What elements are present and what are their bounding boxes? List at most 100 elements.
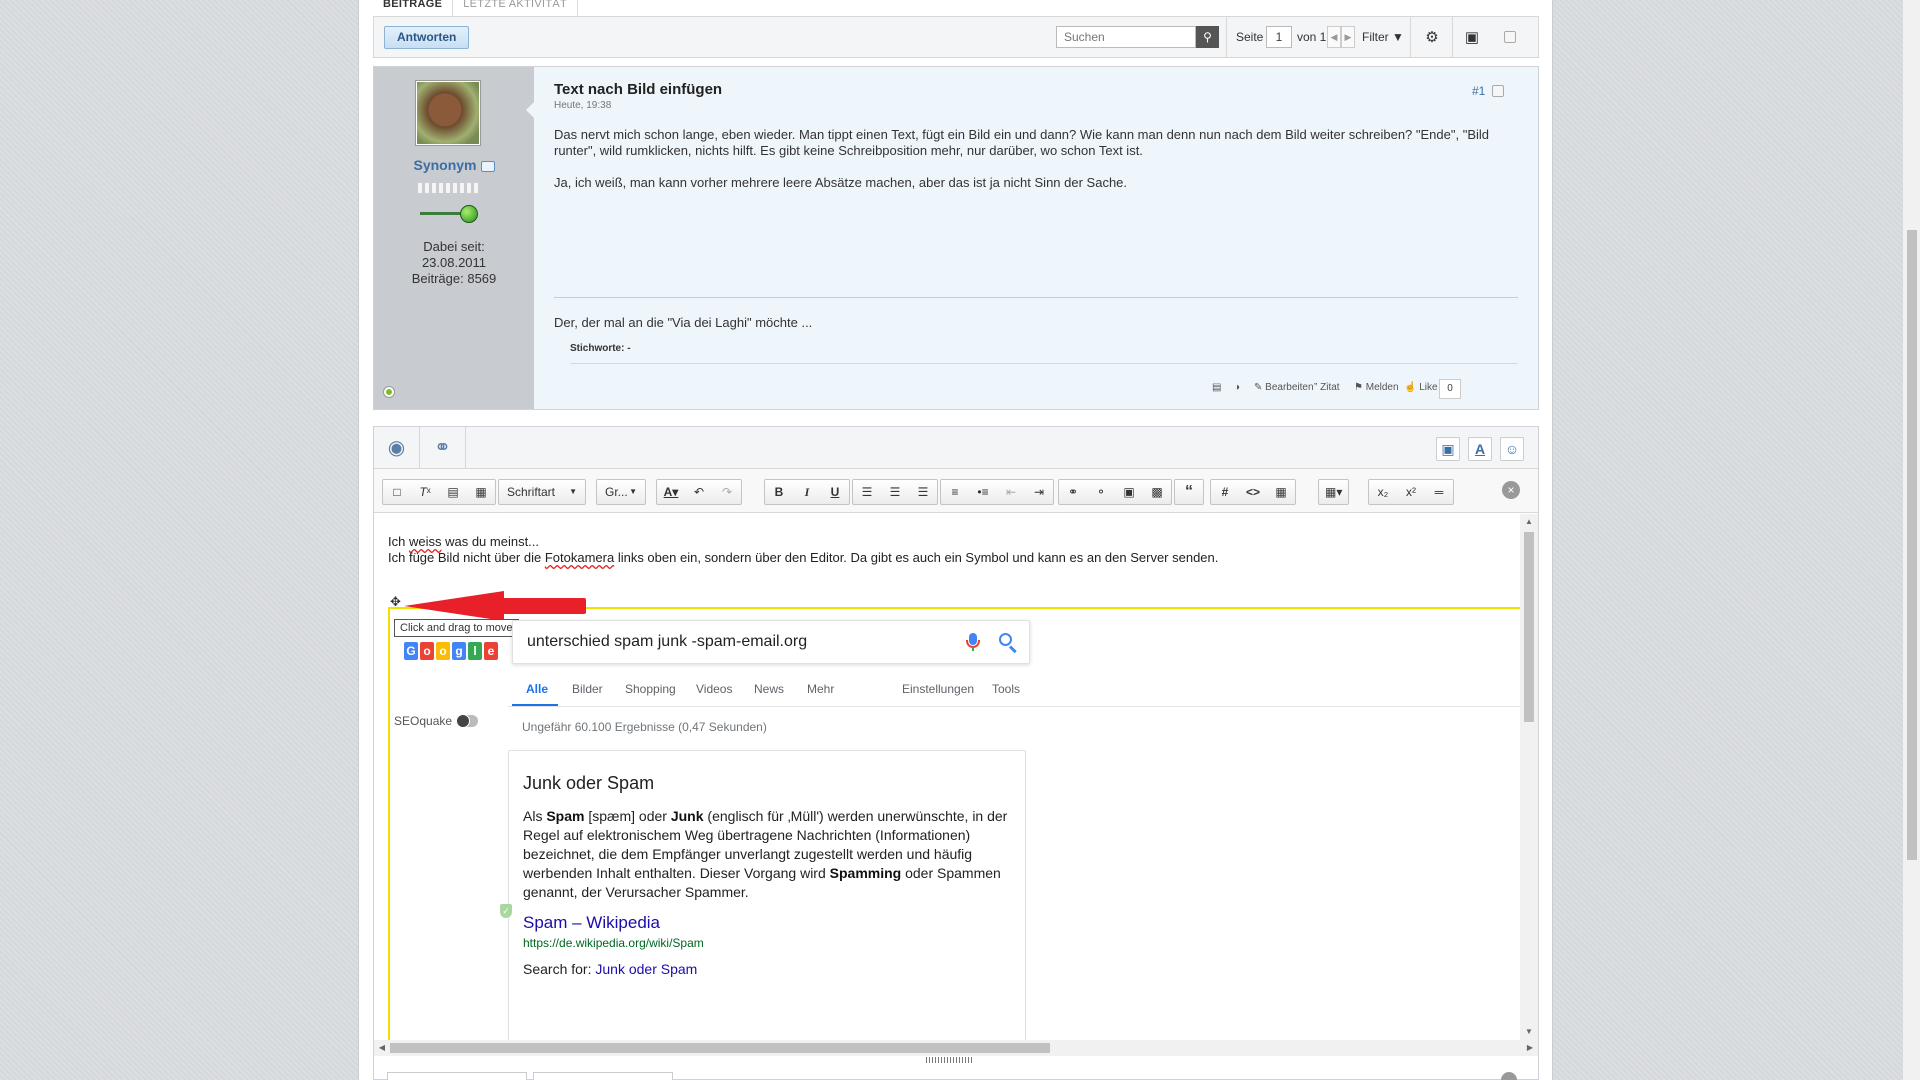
google-tabs: Alle Bilder Shopping Videos News Mehr Ei… bbox=[512, 682, 1512, 707]
paste-icon[interactable]: ▤ bbox=[439, 480, 467, 504]
toolbar-group-clipboard: □ Tˣ ▤ ▦ bbox=[382, 479, 496, 505]
footer-button[interactable] bbox=[387, 1072, 527, 1080]
filter-dropdown[interactable]: Filter ▼ bbox=[1362, 30, 1404, 44]
remove-format-icon[interactable]: Tˣ bbox=[411, 480, 439, 504]
php-icon[interactable]: ▦ bbox=[1267, 480, 1295, 504]
multiquote-icon[interactable]: ▤ bbox=[1212, 382, 1221, 393]
scroll-down-icon[interactable]: ▼ bbox=[1520, 1024, 1538, 1040]
scroll-right-icon[interactable]: ▶ bbox=[1522, 1040, 1538, 1056]
indent-icon[interactable]: ⇥ bbox=[1025, 480, 1053, 504]
red-arrow-annotation bbox=[404, 591, 586, 621]
edit-button[interactable]: ✎ Bearbeiten bbox=[1254, 382, 1314, 393]
next-page-icon[interactable]: ▶ bbox=[1341, 26, 1355, 48]
numbered-list-icon[interactable]: ≡ bbox=[941, 480, 969, 504]
divider bbox=[1452, 17, 1453, 57]
footer-button[interactable] bbox=[533, 1072, 673, 1080]
blockquote-button[interactable]: “ bbox=[1174, 479, 1204, 505]
link-icon[interactable]: ⚭ bbox=[420, 427, 466, 469]
thread-search-input[interactable] bbox=[1056, 26, 1196, 48]
avatar[interactable] bbox=[416, 81, 480, 145]
resize-handle[interactable] bbox=[926, 1057, 974, 1063]
italic-icon[interactable]: I bbox=[793, 480, 821, 504]
subscript-icon[interactable]: x₂ bbox=[1369, 480, 1397, 504]
post-body: Text nach Bild einfügen Heute, 19:38 #1 … bbox=[534, 67, 1538, 409]
toolbar-group-align: ☰ ☰ ☰ bbox=[852, 479, 938, 505]
editor-toolbar: □ Tˣ ▤ ▦ Schriftart ▼ Gr... ▼ A▾ ↶ ↷ B I… bbox=[374, 469, 1538, 513]
hashtag-icon[interactable]: # bbox=[1211, 480, 1239, 504]
unlink-icon[interactable]: ⚬ bbox=[1087, 480, 1115, 504]
code-icon[interactable]: <> bbox=[1239, 480, 1267, 504]
superscript-icon[interactable]: x² bbox=[1397, 480, 1425, 504]
text-format-icon[interactable]: A bbox=[1468, 437, 1492, 461]
underline-icon[interactable]: U bbox=[821, 480, 849, 504]
search-icon[interactable]: ⚲ bbox=[1196, 26, 1219, 48]
align-right-icon[interactable]: ☰ bbox=[909, 480, 937, 504]
quote-button[interactable]: ” Zitat bbox=[1314, 382, 1340, 393]
window-scrollbar[interactable] bbox=[1903, 0, 1920, 1080]
reply-button[interactable]: Antworten bbox=[384, 26, 470, 49]
image-icon[interactable]: ▣ bbox=[1115, 480, 1143, 504]
drag-handle-icon[interactable]: ✥ bbox=[388, 594, 403, 609]
source-icon[interactable]: □ bbox=[383, 480, 411, 504]
close-icon[interactable] bbox=[1501, 1072, 1517, 1080]
post-select-checkbox[interactable] bbox=[1492, 85, 1504, 97]
moderation-icon[interactable]: ▣ bbox=[1460, 26, 1484, 50]
quick-reply-icon[interactable]: ◑ bbox=[1234, 382, 1240, 393]
font-dropdown-label: Schriftart bbox=[507, 485, 556, 499]
snippet-url: https://de.wikipedia.org/wiki/Spam bbox=[523, 936, 704, 950]
rank-icon bbox=[420, 203, 480, 223]
align-left-icon[interactable]: ☰ bbox=[853, 480, 881, 504]
insert-link-icon[interactable]: ⚭ bbox=[1059, 480, 1087, 504]
page-number-input[interactable]: 1 bbox=[1266, 26, 1292, 48]
editor-vertical-scrollbar[interactable]: ▲ ▼ bbox=[1520, 514, 1538, 1040]
google-tab-videos: Videos bbox=[696, 682, 733, 696]
prev-page-icon[interactable]: ◀ bbox=[1327, 26, 1341, 48]
horizontal-rule-icon[interactable]: ═ bbox=[1425, 480, 1453, 504]
editor-horizontal-scrollbar[interactable]: ◀ ▶ bbox=[374, 1040, 1538, 1056]
google-query: unterschied spam junk -spam-email.org bbox=[527, 633, 808, 650]
redo-icon[interactable]: ↷ bbox=[713, 480, 741, 504]
post-number-link[interactable]: #1 bbox=[1472, 84, 1485, 98]
signature-divider bbox=[554, 297, 1518, 298]
bullet-list-icon[interactable]: •≡ bbox=[969, 480, 997, 504]
table-dropdown[interactable]: ▦▾ bbox=[1318, 479, 1350, 505]
smiley-icon[interactable]: ☺ bbox=[1500, 437, 1524, 461]
chevron-down-icon: ▼ bbox=[1392, 30, 1404, 44]
scroll-left-icon[interactable]: ◀ bbox=[374, 1040, 390, 1056]
align-center-icon[interactable]: ☰ bbox=[881, 480, 909, 504]
bold-icon[interactable]: B bbox=[765, 480, 793, 504]
signature: Der, der mal an die "Via dei Laghi" möch… bbox=[554, 315, 813, 330]
toolbar-group-script: x₂ x² ═ bbox=[1368, 479, 1454, 505]
flag-icon: ⚑ bbox=[1354, 382, 1363, 393]
clipboard-icon[interactable]: ▣ bbox=[1436, 437, 1460, 461]
username[interactable]: Synonym bbox=[374, 157, 534, 173]
size-dropdown[interactable]: Gr... ▼ bbox=[596, 479, 646, 505]
like-button[interactable]: ☝ Like bbox=[1404, 382, 1438, 393]
scroll-thumb[interactable] bbox=[390, 1043, 1050, 1053]
tab-letzte-aktivitaet[interactable]: Letzte Aktivität bbox=[453, 0, 579, 16]
close-icon[interactable]: × bbox=[1502, 481, 1520, 499]
post-content: Das nervt mich schon lange, eben wieder.… bbox=[554, 127, 1514, 207]
report-button[interactable]: ⚑ Melden bbox=[1354, 382, 1399, 393]
table-icon: ▦▾ bbox=[1325, 485, 1343, 499]
window-scroll-thumb[interactable] bbox=[1907, 230, 1917, 860]
font-dropdown[interactable]: Schriftart ▼ bbox=[498, 479, 586, 505]
scroll-thumb[interactable] bbox=[1524, 532, 1534, 722]
video-icon[interactable]: ▩ bbox=[1143, 480, 1171, 504]
gear-icon[interactable]: ⚙ bbox=[1420, 26, 1444, 50]
paste-text-icon[interactable]: ▦ bbox=[467, 480, 495, 504]
chat-icon[interactable] bbox=[480, 160, 495, 172]
undo-icon[interactable]: ↶ bbox=[685, 480, 713, 504]
text-color-icon[interactable]: A▾ bbox=[657, 480, 685, 504]
snippet-text: Als Spam [spæm] oder Junk (englisch für … bbox=[523, 808, 1008, 900]
tab-beitraege[interactable]: Beiträge bbox=[373, 0, 454, 16]
editor-content-area[interactable]: Ich weiss was du meinst... Ich füge Bild… bbox=[374, 514, 1520, 1040]
image-selection-border bbox=[388, 607, 390, 1040]
post-actions: ▤ ◑ ✎ Bearbeiten ” Zitat ⚑ Melden ☝ Like… bbox=[534, 379, 1524, 399]
tags-divider bbox=[570, 363, 1518, 364]
page-count: von 1 bbox=[1297, 30, 1327, 44]
select-all-checkbox[interactable] bbox=[1504, 31, 1516, 43]
scroll-up-icon[interactable]: ▲ bbox=[1520, 514, 1538, 530]
outdent-icon[interactable]: ⇤ bbox=[997, 480, 1025, 504]
camera-icon[interactable]: ◉ bbox=[374, 427, 420, 469]
